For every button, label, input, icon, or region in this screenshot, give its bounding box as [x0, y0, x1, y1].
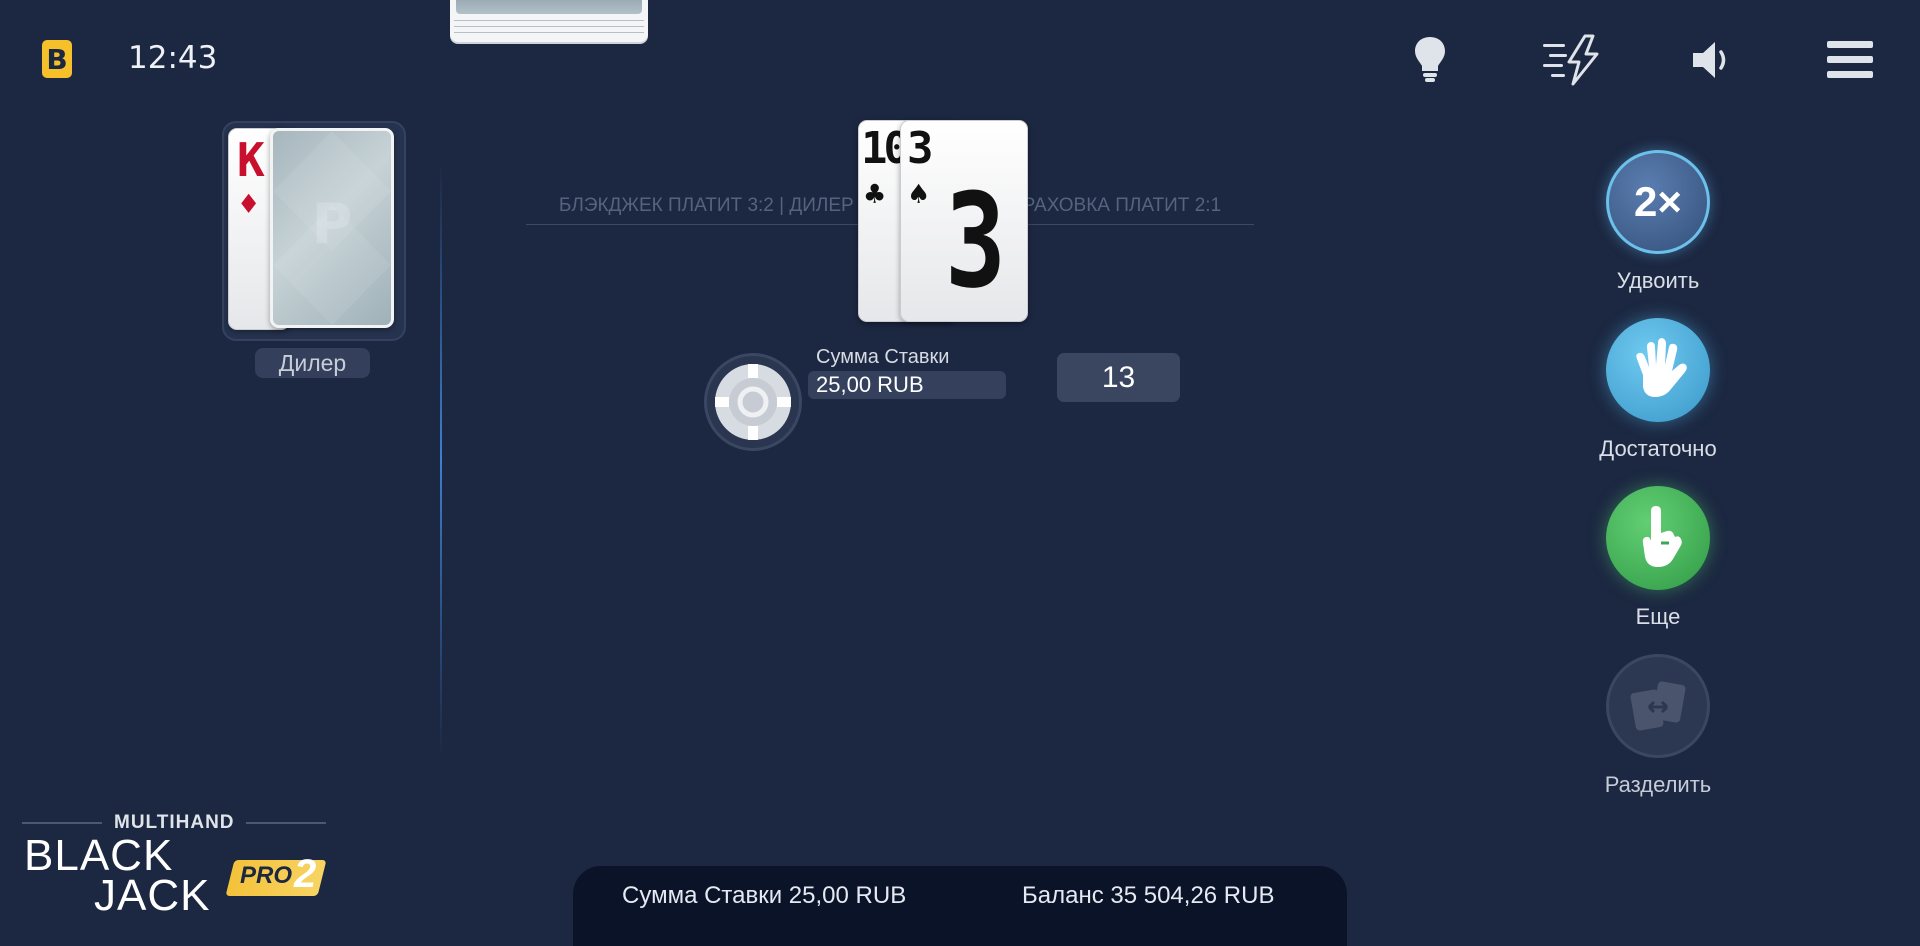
split-button[interactable]	[1606, 654, 1710, 758]
lightbulb-icon[interactable]	[1400, 30, 1460, 90]
pro-badge-text: PRO	[240, 862, 293, 889]
player-card-2: 3 ♠ 3	[900, 120, 1028, 322]
card-back-pattern-icon: P	[273, 131, 391, 325]
spade-icon: ♠	[909, 175, 929, 213]
bet-caption: Сумма Ставки	[816, 346, 950, 368]
card-center-rank: 3	[945, 165, 1007, 317]
hand-total: 13	[1057, 353, 1180, 402]
stand-button[interactable]	[1606, 318, 1710, 422]
turbo-icon[interactable]	[1540, 30, 1604, 90]
split-cards-icon	[1630, 681, 1686, 731]
split-label: Разделить	[1604, 772, 1712, 797]
stand-label: Достаточно	[1599, 436, 1717, 461]
hit-button[interactable]	[1606, 486, 1710, 590]
speaker-icon[interactable]	[1682, 30, 1742, 90]
card-rank: K	[237, 133, 265, 187]
bet-value: 25,00 RUB	[808, 371, 1006, 399]
svg-text:P: P	[311, 192, 352, 257]
total-bet-text: Сумма Ставки 25,00 RUB	[622, 882, 907, 909]
card-rank: 3	[907, 123, 934, 174]
diamond-icon: ♦	[239, 185, 259, 223]
double-label: Удвоить	[1616, 268, 1700, 293]
version-number: 2	[294, 852, 317, 896]
hit-label: Еще	[1635, 604, 1681, 629]
balance-text: Баланс 35 504,26 RUB	[1022, 882, 1275, 909]
bet-chip[interactable]	[704, 353, 802, 451]
dealer-hole-card: P	[270, 128, 394, 328]
logo-rule-left	[22, 822, 102, 824]
club-icon: ♣	[865, 175, 885, 213]
card-shoe	[450, 0, 648, 42]
double-button[interactable]: 2×	[1606, 150, 1710, 254]
dealer-label: Дилер	[255, 348, 370, 378]
game-logo-jack: JACK	[94, 871, 211, 920]
table-divider	[440, 160, 442, 760]
brand-logo: B	[42, 40, 72, 78]
chip-icon	[715, 364, 791, 440]
open-hand-icon	[1636, 338, 1687, 397]
double-icon: 2×	[1634, 178, 1682, 225]
pointing-finger-icon	[1642, 506, 1682, 567]
menu-icon[interactable]	[1820, 30, 1880, 90]
logo-rule-right	[246, 822, 326, 824]
clock: 12:43	[128, 40, 218, 76]
